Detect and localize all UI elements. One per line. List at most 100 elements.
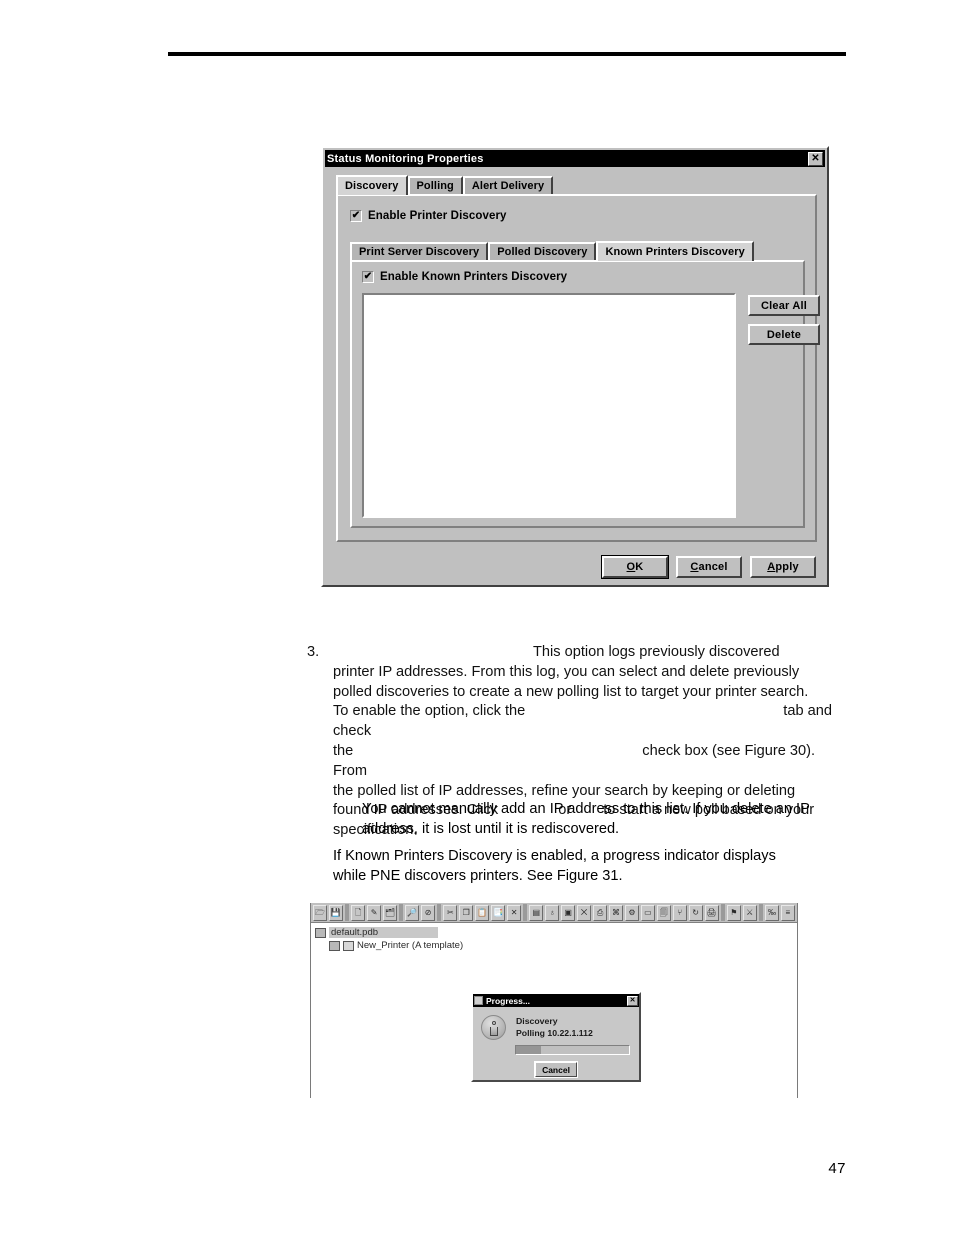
- pne-main-window-figure: 🗁 💾 🗋 ✎ 🗂 🔎 ⊘ ✂ ❐ 📋 📑 ✕ ▤ ♁ ▣ ⨉ ⎙ ⌘ ⚙ ▭ 🗐 ⑂ ↻ 🖨 ⚑ ⚔ ‰ ≡ default.pdb…: [310, 903, 798, 1098]
- progress-bar-fill: [516, 1046, 541, 1054]
- clear-all-button[interactable]: Clear All: [748, 295, 820, 316]
- step-line3: polled discoveries to create a new polli…: [333, 683, 809, 700]
- printer-alert-icon[interactable]: ⌘: [609, 904, 623, 921]
- copy-icon[interactable]: ❐: [459, 904, 474, 921]
- discovery-panel: ✔ Enable Printer Discovery Print Server …: [336, 194, 820, 542]
- folder-properties-icon[interactable]: 🗂: [383, 904, 397, 921]
- enable-printer-discovery-row[interactable]: ✔ Enable Printer Discovery: [350, 210, 507, 222]
- tree-root-label: default.pdb: [329, 927, 439, 938]
- progress-bar: [515, 1045, 630, 1055]
- database-icon: [315, 927, 326, 938]
- status-monitoring-properties-dialog: Status Monitoring Properties ✕ Discovery…: [321, 146, 829, 587]
- clipboard-icon[interactable]: 🗐: [656, 904, 671, 921]
- toolbar-separator: [523, 904, 528, 921]
- step-line5b: check box (see Figure 30). From: [333, 742, 816, 779]
- close-icon[interactable]: ✕: [627, 995, 638, 1006]
- cut-icon[interactable]: ✂: [443, 904, 458, 921]
- display-icon[interactable]: ▭: [640, 904, 655, 921]
- after-note-paragraph: If Known Printers Discovery is enabled, …: [307, 847, 852, 887]
- step-line2: printer IP addresses. From this log, you…: [333, 663, 800, 680]
- inner-tabstrip: Print Server Discovery Polled Discovery …: [350, 241, 754, 261]
- printer-panel-icon[interactable]: ▤: [529, 904, 544, 921]
- enable-known-printers-discovery-checkbox[interactable]: ✔: [362, 271, 374, 283]
- enable-printer-discovery-checkbox[interactable]: ✔: [350, 210, 362, 222]
- tab-polling[interactable]: Polling: [407, 176, 463, 194]
- note-paragraph: You cannot manually add an IP address to…: [307, 800, 847, 840]
- progress-dialog-title: Progress...: [486, 995, 530, 1006]
- dialog-titlebar: Status Monitoring Properties ✕: [325, 150, 825, 167]
- edit-icon[interactable]: ✎: [367, 904, 382, 921]
- step-line6: the polled list of IP addresses, refine …: [333, 782, 796, 799]
- paste-icon[interactable]: 📋: [475, 904, 490, 921]
- status-icon[interactable]: ≡: [780, 904, 795, 921]
- tree-row[interactable]: default.pdb: [315, 926, 797, 939]
- enable-known-printers-discovery-row[interactable]: ✔ Enable Known Printers Discovery: [362, 271, 567, 283]
- after-line1: If Known Printers Discovery is enabled, …: [333, 848, 776, 864]
- ok-button-label: OK: [626, 561, 644, 573]
- refresh-icon[interactable]: ↻: [688, 904, 703, 921]
- tree-child-label: New_Printer (A template): [357, 940, 464, 951]
- step-number: 3.: [307, 644, 320, 660]
- cancel-circle-icon[interactable]: ⊘: [421, 904, 436, 921]
- tab-polled-discovery[interactable]: Polled Discovery: [488, 242, 597, 260]
- java-coffee-icon: [474, 996, 483, 1005]
- tab-known-printers-discovery[interactable]: Known Printers Discovery: [596, 241, 754, 261]
- delete-x-icon[interactable]: ✕: [507, 904, 522, 921]
- toolbar-separator: [398, 904, 404, 921]
- header-rule: [168, 52, 846, 56]
- cancel-button[interactable]: Cancel: [676, 556, 742, 578]
- progress-detail-label: Polling 10.22.1.112: [516, 1028, 593, 1038]
- apply-button[interactable]: Apply: [750, 556, 816, 578]
- tab-discovery[interactable]: Discovery: [336, 175, 408, 195]
- page-number: 47: [828, 1160, 846, 1177]
- delete-button[interactable]: Delete: [748, 324, 820, 345]
- secure-printer-icon[interactable]: ⎙: [593, 904, 607, 921]
- progress-dialog-buttons: Cancel: [473, 1061, 639, 1078]
- step-line1: This option logs previously discovered: [533, 644, 780, 660]
- printer-config-icon[interactable]: ⚙: [624, 904, 639, 921]
- printer-icon: [329, 940, 340, 951]
- printer-lock-icon[interactable]: 🖨: [704, 904, 719, 921]
- network-card-icon[interactable]: ▣: [561, 904, 576, 921]
- tab-print-server-discovery[interactable]: Print Server Discovery: [350, 242, 489, 260]
- progress-task-label: Discovery: [516, 1016, 558, 1026]
- close-icon[interactable]: ✕: [808, 151, 823, 166]
- step-line4a: To enable the option, click the: [333, 703, 526, 720]
- new-folder-icon[interactable]: 🗋: [351, 904, 366, 921]
- open-folder-icon[interactable]: 🗁: [313, 904, 327, 921]
- toolbar-separator: [720, 904, 725, 921]
- paste-special-icon[interactable]: 📑: [491, 904, 506, 921]
- progress-dialog-titlebar: Progress... ✕: [473, 994, 639, 1007]
- progress-dialog: Progress... ✕ Discovery Polling 10.22.1.…: [471, 992, 641, 1082]
- cancel-button-label: Cancel: [690, 561, 728, 573]
- progress-dialog-body: Discovery Polling 10.22.1.112: [473, 1007, 639, 1040]
- info-icon: [481, 1015, 506, 1040]
- globe-icon[interactable]: ♁: [545, 904, 560, 921]
- tree-row[interactable]: New_Printer (A template): [329, 939, 797, 952]
- step-line5a: the: [333, 742, 354, 759]
- percent-icon[interactable]: ‰: [764, 904, 779, 921]
- ok-button[interactable]: OK: [601, 555, 669, 579]
- known-printers-listbox[interactable]: [362, 293, 736, 518]
- progress-cancel-button[interactable]: Cancel: [534, 1061, 578, 1078]
- printer-tree: default.pdb New_Printer (A template): [311, 923, 797, 952]
- find-icon[interactable]: 🔎: [405, 904, 420, 921]
- document-icon: [343, 940, 354, 951]
- save-icon[interactable]: 💾: [328, 904, 343, 921]
- known-printers-discovery-panel: ✔ Enable Known Printers Discovery Clear …: [350, 260, 820, 528]
- pne-toolbar: 🗁 💾 🗋 ✎ 🗂 🔎 ⊘ ✂ ❐ 📋 📑 ✕ ▤ ♁ ▣ ⨉ ⎙ ⌘ ⚙ ▭ 🗐 ⑂ ↻ 🖨 ⚑ ⚔ ‰ ≡: [311, 903, 797, 923]
- tab-alert-delivery[interactable]: Alert Delivery: [462, 176, 554, 194]
- dialog-title: Status Monitoring Properties: [327, 152, 484, 165]
- cross-tool-icon[interactable]: ⚔: [742, 904, 757, 921]
- enable-printer-discovery-label: Enable Printer Discovery: [368, 210, 507, 222]
- tree-icon[interactable]: ⑂: [672, 904, 687, 921]
- xy-icon[interactable]: ⨉: [577, 904, 592, 921]
- note-line1: You cannot manually add an IP address to…: [362, 801, 810, 817]
- toolbar-separator: [437, 904, 442, 921]
- toolbar-separator: [344, 904, 350, 921]
- flag-icon[interactable]: ⚑: [726, 904, 741, 921]
- progress-text-block: Discovery Polling 10.22.1.112: [516, 1015, 593, 1040]
- after-line2: while PNE discovers printers. See Figure…: [333, 867, 623, 884]
- apply-button-label: Apply: [767, 561, 799, 573]
- note-line2: address, it is lost until it is rediscov…: [362, 820, 620, 837]
